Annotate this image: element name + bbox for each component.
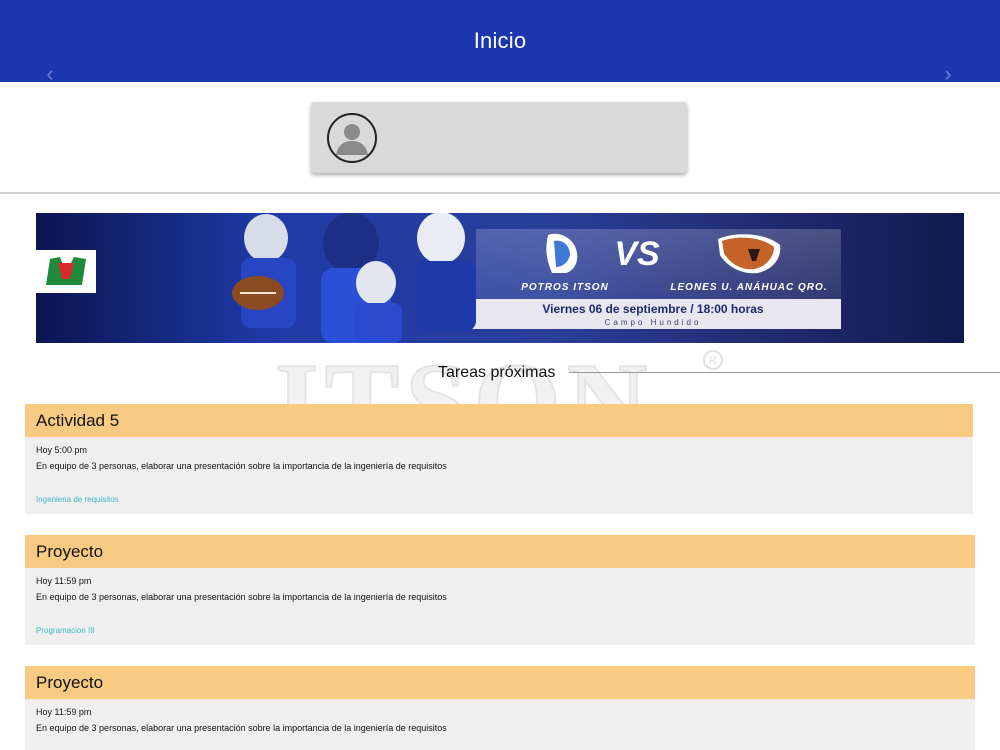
page-title: Inicio [473, 28, 527, 53]
league-logo [36, 250, 96, 293]
upcoming-tasks-heading: Tareas próximas [438, 364, 556, 381]
section-divider [569, 372, 1000, 373]
task-title: Actividad 5 [25, 404, 973, 437]
event-banner-carousel[interactable]: VS POTROS ITSON LEONES U. ANÁHUAC QRO. V… [36, 213, 964, 343]
app-bar: Inicio [0, 0, 1000, 82]
svg-text:R: R [709, 355, 717, 367]
event-venue: Campo Hundido [605, 318, 702, 327]
chevron-left-icon[interactable]: ‹ [40, 62, 60, 86]
task-course-link[interactable]: Ingenieria de requisitos [25, 495, 973, 504]
task-card[interactable]: Proyecto Hoy 11:59 pm En equipo de 3 per… [25, 666, 975, 750]
task-course-link[interactable]: Programacion III [25, 626, 975, 635]
task-description: En equipo de 3 personas, elaborar una pr… [36, 723, 447, 733]
task-card[interactable]: Actividad 5 Hoy 5:00 pm En equipo de 3 p… [25, 404, 973, 514]
profile-card[interactable] [311, 102, 687, 173]
event-date: Viernes 06 de septiembre / 18:00 horas [542, 302, 764, 316]
task-description: En equipo de 3 personas, elaborar una pr… [36, 592, 447, 602]
team-away-name: LEONES U. ANÁHUAC QRO. [670, 280, 827, 293]
players-graphic [232, 213, 476, 343]
task-title: Proyecto [25, 535, 975, 568]
team-home-name: POTROS ITSON [521, 282, 609, 293]
task-card[interactable]: Proyecto Hoy 11:59 pm En equipo de 3 per… [25, 535, 975, 645]
task-description: En equipo de 3 personas, elaborar una pr… [36, 461, 447, 471]
header-divider [0, 192, 1000, 194]
task-due: Hoy 5:00 pm [36, 445, 88, 455]
versus-label: VS [614, 235, 660, 273]
task-title: Proyecto [25, 666, 975, 699]
task-due: Hoy 11:59 pm [36, 576, 92, 586]
chevron-right-icon[interactable]: › [938, 62, 958, 86]
task-due: Hoy 11:59 pm [36, 707, 92, 717]
user-avatar-icon[interactable] [327, 112, 377, 163]
